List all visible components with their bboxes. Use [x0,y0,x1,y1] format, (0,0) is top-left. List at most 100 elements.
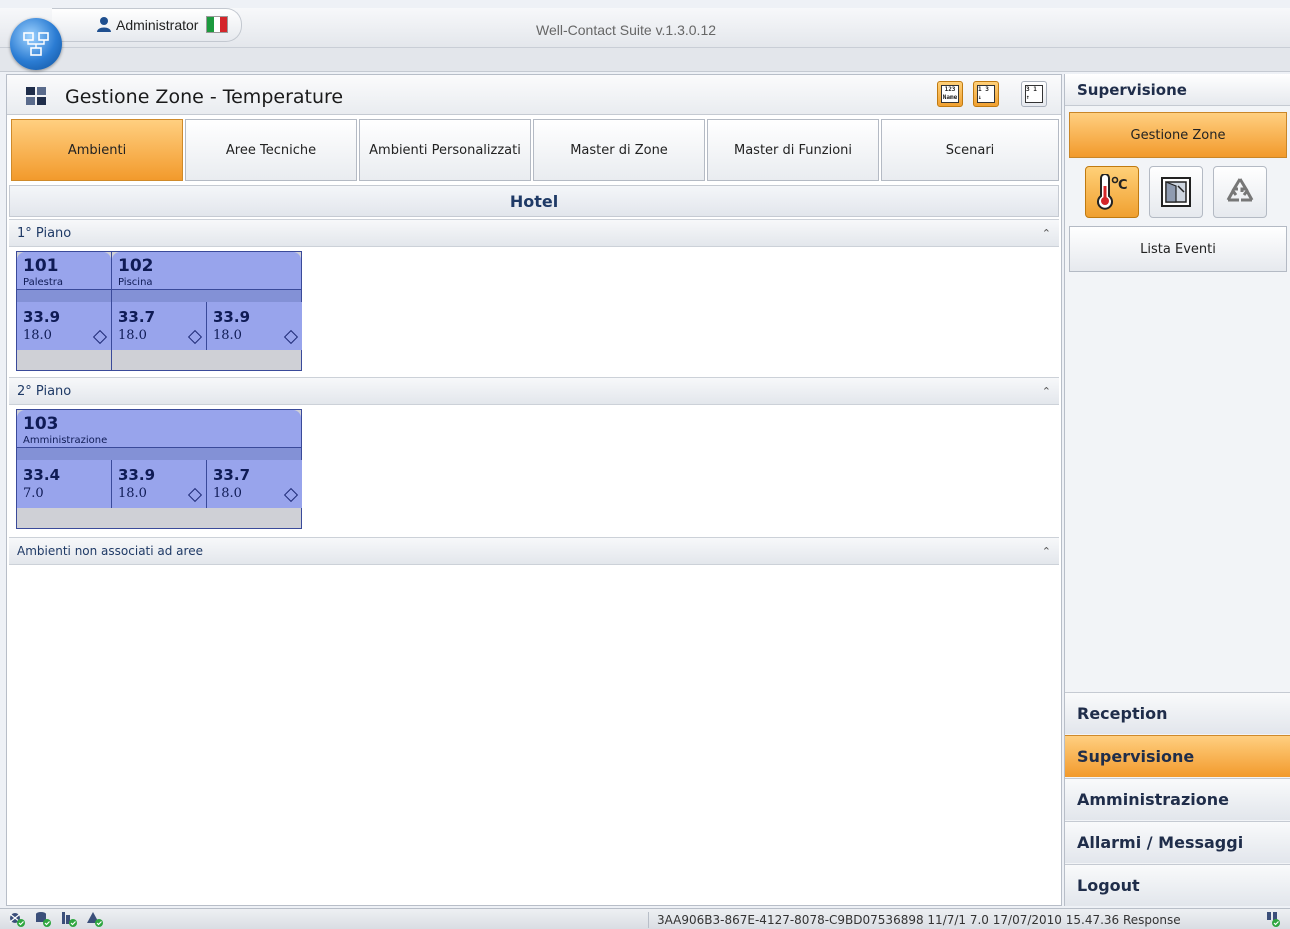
sort-by-name-button[interactable]: 123 Name [937,81,963,107]
room-band [17,448,301,460]
zone-temperature: 33.9 [23,308,61,326]
nav-label: Allarmi / Messaggi [1077,833,1244,852]
floor-header-1[interactable]: 1° Piano ⌃ [9,219,1059,247]
nav-label: Amministrazione [1077,790,1229,809]
right-panel-title: Supervisione [1065,74,1290,106]
recycle-view-button[interactable] [1213,166,1267,218]
floor-header-2[interactable]: 2° Piano ⌃ [9,377,1059,405]
room-name: Palestra [23,277,64,288]
room-card-101[interactable]: 101 Palestra 33.9 18.0 [16,251,112,371]
connection-status-icon[interactable] [1264,911,1282,927]
page-title: Gestione Zone - Temperature [65,86,344,108]
nav-logout[interactable]: Logout [1065,864,1290,906]
floor-label: 1° Piano [17,226,72,241]
zones-temperature-icon [26,87,46,105]
room-header: 102 Piscina [112,252,301,290]
database-ok-icon[interactable] [34,911,52,927]
zone-cell[interactable]: 33.9 18.0 [17,302,112,350]
app-window: Administrator Well-Contact Suite v.1.3.0… [0,0,1290,929]
room-header: 103 Amministrazione [17,410,301,448]
collapse-chevron-icon[interactable]: ⌃ [1042,378,1051,405]
group-header: Hotel [9,185,1059,217]
zone-temperature: 33.9 [213,308,251,326]
room-name: Amministrazione [23,435,108,446]
unassigned-header[interactable]: Ambienti non associati ad aree ⌃ [9,537,1059,565]
main-header: Gestione Zone - Temperature 123 Name 1 3… [7,75,1061,115]
tab-label: Ambienti Personalizzati [369,142,521,158]
zone-temperature: 33.9 [118,466,156,484]
flag-stripe-red [220,17,228,32]
app-menu-orb-icon[interactable] [10,18,62,70]
toolbar-strip [0,48,1290,72]
sort-descending-icon: 1 3 ↓ [977,85,995,103]
room-card-103[interactable]: 103 Amministrazione 33.4 7.0 33.9 18.0 3… [16,409,302,529]
zone-mode-diamond-icon [283,487,299,503]
lista-eventi-label: Lista Eventi [1140,241,1216,257]
tab-scenari[interactable]: Scenari [881,119,1059,181]
sort-ascending-button[interactable]: 3 1 ↑ [1021,81,1047,107]
zone-setpoint: 18.0 [213,486,242,501]
main-panel: Gestione Zone - Temperature 123 Name 1 3… [6,74,1062,906]
nav-supervisione[interactable]: Supervisione [1065,735,1290,777]
nav-reception[interactable]: Reception [1065,692,1290,734]
floor-label: 2° Piano [17,384,72,399]
tab-aree-tecniche[interactable]: Aree Tecniche [185,119,357,181]
zone-mode-diamond-icon [92,329,108,345]
nav-label: Supervisione [1077,747,1195,766]
svg-text:C: C [1118,178,1128,193]
user-icon [97,17,111,32]
nav-allarmi-messaggi[interactable]: Allarmi / Messaggi [1065,821,1290,863]
status-bar: 3AA906B3-867E-4127-8078-C9BD07536898 11/… [0,908,1290,929]
network-ok-icon[interactable] [8,911,26,927]
room-card-102[interactable]: 102 Piscina 33.7 18.0 33.9 18.0 [111,251,302,371]
tab-ambienti-personalizzati[interactable]: Ambienti Personalizzati [359,119,531,181]
group-title: Hotel [509,191,559,211]
tab-ambienti[interactable]: Ambienti [11,119,183,181]
room-header: 101 Palestra [17,252,111,290]
alarm-ok-icon[interactable] [86,911,104,927]
tab-master-di-zone[interactable]: Master di Zone [533,119,705,181]
collapse-chevron-icon[interactable]: ⌃ [1042,220,1051,247]
collapse-chevron-icon[interactable]: ⌃ [1042,538,1051,565]
room-band [112,290,301,302]
tab-label: Master di Funzioni [733,142,852,158]
room-number: 101 [23,256,59,276]
tab-label: Ambienti [67,142,127,158]
temperature-view-button[interactable]: C [1085,166,1139,218]
gestione-zone-button[interactable]: Gestione Zone [1069,112,1287,158]
unassigned-label: Ambienti non associati ad aree [17,544,203,558]
user-name[interactable]: Administrator [116,17,198,33]
window-view-button[interactable] [1149,166,1203,218]
tab-label: Aree Tecniche [225,142,317,158]
zone-cell[interactable]: 33.7 18.0 [112,302,207,350]
sort-descending-label: 1 3 ↓ [978,86,989,101]
tab-master-di-funzioni[interactable]: Master di Funzioni [707,119,879,181]
zone-temperature: 33.4 [23,466,61,484]
zone-temperature: 33.7 [118,308,156,326]
sort-ascending-label: 3 1 ↑ [1026,86,1037,101]
language-flag-icon[interactable] [206,16,228,33]
zone-cell[interactable]: 33.4 7.0 [17,460,112,508]
zone-cell[interactable]: 33.9 18.0 [207,302,302,350]
room-band [17,290,111,302]
nav-label: Logout [1077,876,1140,895]
gestione-zone-label: Gestione Zone [1130,127,1226,143]
tab-label: Master di Zone [570,142,668,158]
nav-amministrazione[interactable]: Amministrazione [1065,778,1290,820]
tab-label: Scenari [945,142,995,158]
zone-setpoint: 18.0 [118,486,147,501]
sort-ascending-icon: 3 1 ↑ [1025,85,1043,103]
sort-by-name-icon: 123 Name [941,85,959,103]
flag-stripe-white [213,17,221,32]
zone-mode-diamond-icon [187,329,203,345]
zone-setpoint: 18.0 [213,328,242,343]
zone-cell[interactable]: 33.9 18.0 [112,460,207,508]
room-number: 102 [118,256,154,276]
window-title: Well-Contact Suite v.1.3.0.12 [536,22,717,38]
sort-descending-button[interactable]: 1 3 ↓ [973,81,999,107]
window-icon [1161,177,1191,207]
device-ok-icon[interactable] [60,911,78,927]
lista-eventi-button[interactable]: Lista Eventi [1069,226,1287,272]
zone-cell[interactable]: 33.7 18.0 [207,460,302,508]
zone-mode-diamond-icon [283,329,299,345]
